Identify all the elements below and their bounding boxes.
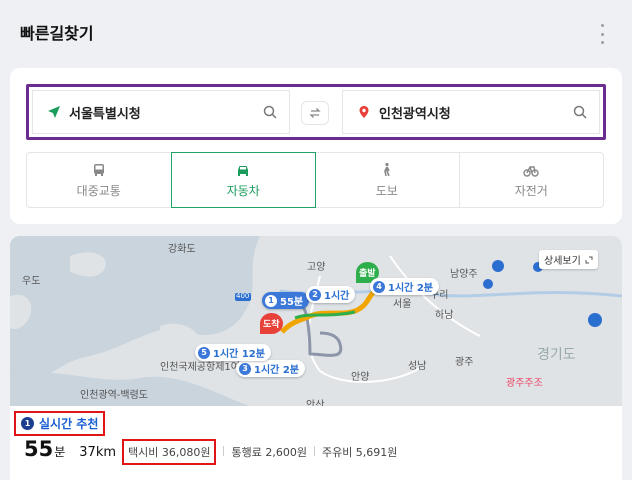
route-number: 4 [373, 280, 385, 293]
map-label: 남양주 [450, 269, 478, 280]
route-summary[interactable]: 1 실시간 추천 55 분 37km 택시비 36,080원 통행료 2,600… [10, 406, 622, 480]
map-label: 우도 [22, 276, 41, 287]
page-header: 빠른길찾기 [0, 0, 632, 64]
route-number: 2 [309, 288, 321, 301]
route-duration: 1시간 2분 [388, 283, 433, 294]
walk-icon [383, 162, 390, 176]
car-icon [238, 165, 249, 176]
route-duration: 55분 [280, 297, 304, 308]
taxi-fare: 택시비 36,080원 [122, 439, 217, 465]
destination-input[interactable]: 인천광역시청 [379, 103, 573, 122]
map-label: 안양 [351, 372, 370, 383]
bus-icon [93, 163, 104, 176]
route-number: 1 [21, 417, 34, 430]
search-icon[interactable] [263, 105, 277, 119]
page-title: 빠른길찾기 [20, 24, 94, 43]
route-number: 3 [239, 362, 251, 375]
origin-input[interactable]: 서울특별시청 [69, 103, 263, 122]
map-label: 경기도 [537, 347, 576, 363]
location-pin-icon [359, 106, 369, 118]
map-label: 서울 [393, 299, 412, 310]
destination-pin[interactable]: 도착 [260, 313, 283, 334]
tab-label: 자동차 [226, 183, 260, 198]
bike-icon [523, 165, 539, 177]
travel-minutes: 55 [24, 437, 54, 461]
route-duration: 1시간 [324, 291, 350, 302]
fuel-cost: 주유비 5,691원 [321, 446, 398, 459]
search-icon[interactable] [573, 105, 587, 119]
tab-public-transit[interactable]: 대중교통 [27, 153, 172, 207]
route-duration: 1시간 12분 [213, 349, 265, 360]
travel-minutes-unit: 분 [54, 445, 66, 459]
map-label: 강화도 [168, 244, 196, 255]
transport-mode-tabs: 대중교통 자동차 도보 자전거 [26, 152, 604, 208]
route-pill-3[interactable]: 3 1시간 2분 [236, 360, 305, 377]
realtime-recommendation-badge[interactable]: 1 실시간 추천 [14, 411, 106, 436]
tab-car[interactable]: 자동차 [170, 152, 316, 208]
tab-label: 도보 [375, 183, 398, 198]
route-map[interactable]: 강화도 우도 고양 남양주 구리 하남 서울 광주 성남 안양 안산 경기도 인… [10, 236, 622, 411]
destination-field[interactable]: 인천광역시청 [342, 90, 600, 134]
navigation-arrow-icon [48, 106, 60, 118]
map-label: 400 [236, 292, 250, 300]
destination-pin-label: 도착 [263, 320, 280, 330]
map-label: 고양 [307, 262, 326, 273]
tab-bicycle[interactable]: 자전거 [460, 153, 604, 207]
toll-fee: 통행료 2,600원 [231, 446, 307, 459]
tab-label: 대중교통 [76, 183, 121, 198]
route-input-box: 서울특별시청 인천광역시청 [26, 84, 606, 140]
divider [223, 446, 225, 456]
expand-icon [585, 256, 593, 263]
origin-field[interactable]: 서울특별시청 [32, 90, 290, 134]
origin-pin-label: 출발 [359, 269, 376, 279]
travel-distance: 37km [79, 445, 117, 460]
map-label: 광주주조 [506, 378, 543, 389]
route-number: 1 [265, 294, 277, 307]
map-label: 성남 [408, 361, 427, 372]
detail-button-label: 상세보기 [544, 256, 581, 267]
swap-arrows-icon [309, 108, 321, 118]
divider [313, 446, 315, 456]
map-label: 인천광역-백령도 [80, 390, 149, 401]
map-label: 광주 [455, 357, 474, 368]
route-duration: 1시간 2분 [254, 365, 299, 376]
tab-walk[interactable]: 도보 [315, 153, 460, 207]
route-number: 5 [198, 346, 210, 359]
tab-label: 자전거 [514, 183, 548, 198]
more-options-icon[interactable] [596, 24, 608, 44]
swap-button[interactable] [301, 101, 329, 125]
search-card: 서울특별시청 인천광역시청 대중교통 자동차 도보 자전거 [10, 68, 622, 224]
route-result-card: 강화도 우도 고양 남양주 구리 하남 서울 광주 성남 안양 안산 경기도 인… [10, 236, 622, 480]
map-detail-button[interactable]: 상세보기 [539, 250, 598, 269]
map-label: 하남 [435, 310, 454, 321]
route-pill-5[interactable]: 5 1시간 12분 [195, 344, 271, 361]
recommendation-label: 실시간 추천 [39, 417, 99, 431]
route-pill-1[interactable]: 1 55분 [262, 292, 310, 309]
route-stats: 55 분 37km 택시비 36,080원 통행료 2,600원 주유비 5,6… [24, 437, 397, 465]
route-pill-2[interactable]: 2 1시간 [306, 286, 356, 303]
route-pill-4[interactable]: 4 1시간 2분 [370, 278, 439, 295]
